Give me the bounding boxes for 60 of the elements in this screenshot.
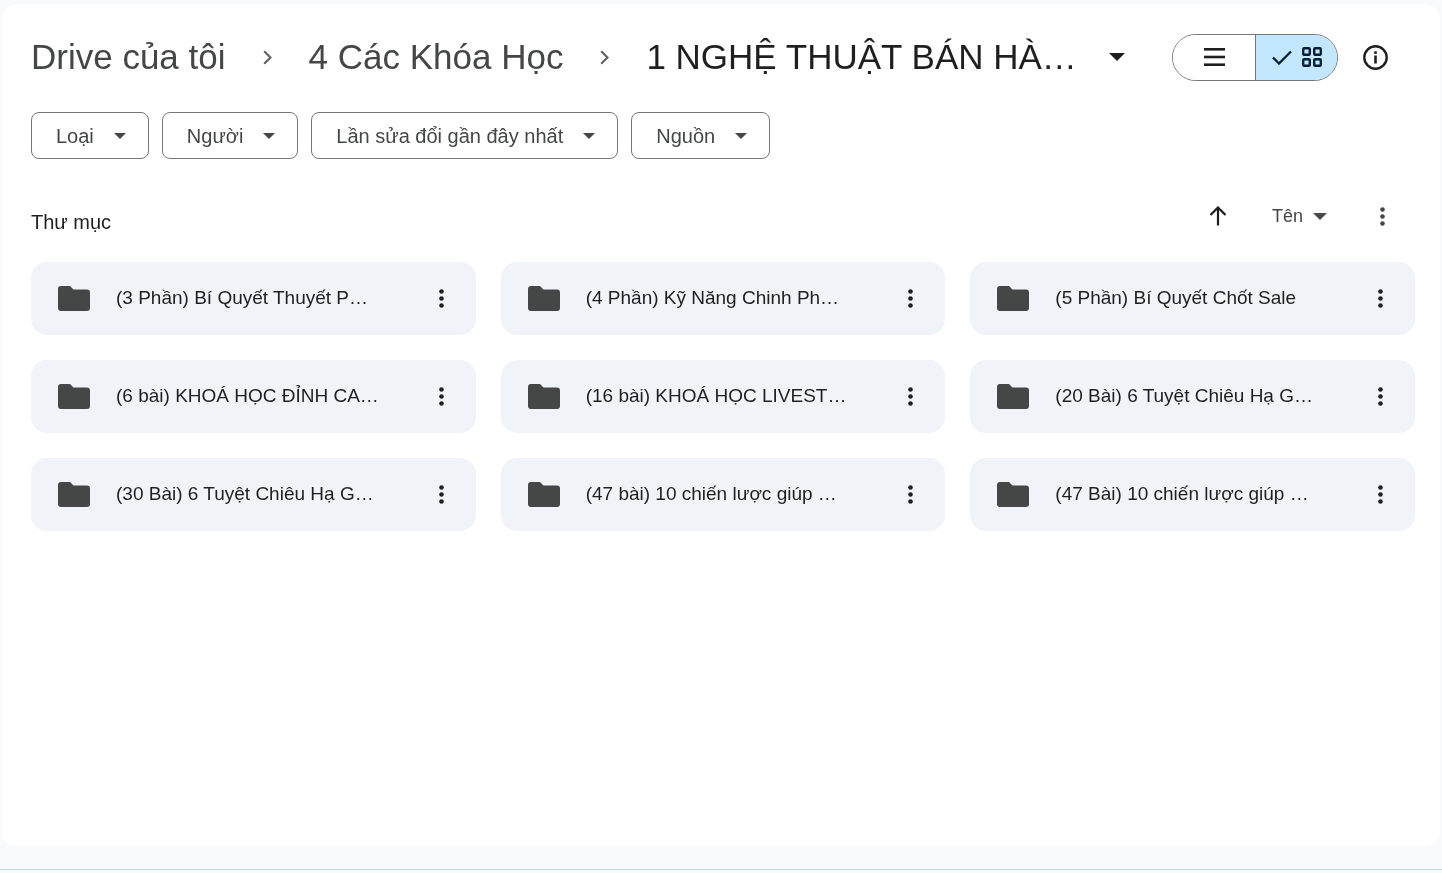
grid-icon xyxy=(1301,47,1322,67)
more-vert-icon[interactable] xyxy=(908,387,914,406)
folder-card[interactable]: (47 bài) 10 chiến lược giúp … xyxy=(500,458,946,531)
more-vert-icon[interactable] xyxy=(438,387,444,406)
caret-down-icon xyxy=(1108,53,1125,61)
sort-button[interactable]: Tên xyxy=(1271,202,1327,230)
folder-icon xyxy=(58,286,90,311)
folder-name: (6 bài) KHOÁ HỌC ĐỈNH CA… xyxy=(116,384,380,409)
grid-view-button[interactable] xyxy=(1255,34,1337,80)
more-vert-icon[interactable] xyxy=(1378,387,1383,406)
folder-card[interactable]: (5 Phần) Bí Quyết Chốt Sale xyxy=(970,262,1415,335)
breadcrumb-link[interactable]: Drive của tôi xyxy=(31,30,226,84)
folder-card[interactable]: (20 Bài) 6 Tuyệt Chiêu Hạ G… xyxy=(970,360,1415,433)
more-vert-icon[interactable] xyxy=(908,289,914,308)
caret-down-icon xyxy=(583,132,596,139)
breadcrumb-link[interactable]: 4 Các Khóa Học xyxy=(308,30,564,84)
arrow-up-icon[interactable] xyxy=(1208,206,1227,226)
current-folder-button[interactable]: 1 NGHỆ THUẬT BÁN HÀ… xyxy=(646,30,1125,84)
more-vert-icon[interactable] xyxy=(1378,289,1383,308)
more-vert-icon[interactable] xyxy=(438,485,444,504)
folder-card[interactable]: (4 Phần) Kỹ Năng Chinh Ph… xyxy=(500,262,946,335)
chevron-right-icon xyxy=(600,49,610,65)
folder-name: (20 Bài) 6 Tuyệt Chiêu Hạ G… xyxy=(1055,384,1314,409)
filter-chip[interactable]: Người xyxy=(161,112,299,159)
folder-icon xyxy=(997,286,1030,311)
section-title: Thư mục xyxy=(31,210,112,235)
folder-name: (47 Bài) 10 chiến lược giúp … xyxy=(1055,482,1310,507)
folder-icon xyxy=(527,384,560,409)
folder-card[interactable]: (47 Bài) 10 chiến lược giúp … xyxy=(970,458,1415,531)
chevron-right-icon xyxy=(262,49,272,65)
list-icon xyxy=(1203,48,1225,66)
filter-chip[interactable]: Nguồn xyxy=(631,112,771,159)
folder-icon xyxy=(58,384,90,409)
folder-icon xyxy=(527,286,560,311)
folder-card[interactable]: (16 bài) KHOÁ HỌC LIVEST… xyxy=(500,360,946,433)
folder-card[interactable]: (30 Bài) 6 Tuyệt Chiêu Hạ G… xyxy=(31,458,476,531)
folder-icon xyxy=(997,384,1030,409)
more-vert-icon[interactable] xyxy=(1380,206,1385,226)
filter-chip[interactable]: Loại xyxy=(31,112,149,159)
caret-down-icon xyxy=(113,132,126,139)
folder-card[interactable]: (3 Phần) Bí Quyết Thuyết P… xyxy=(31,262,476,335)
folder-icon xyxy=(527,482,560,507)
more-vert-icon[interactable] xyxy=(908,485,914,504)
folder-name: (4 Phần) Kỹ Năng Chinh Ph… xyxy=(585,286,841,311)
more-vert-icon[interactable] xyxy=(438,289,444,308)
folder-name: (30 Bài) 6 Tuyệt Chiêu Hạ G… xyxy=(116,482,375,507)
folder-card[interactable]: (6 bài) KHOÁ HỌC ĐỈNH CA… xyxy=(31,360,476,433)
folder-name: (16 bài) KHOÁ HỌC LIVEST… xyxy=(585,384,848,409)
caret-down-icon xyxy=(263,132,276,139)
folder-name: (3 Phần) Bí Quyết Thuyết P… xyxy=(116,286,370,311)
caret-down-icon xyxy=(735,132,748,139)
more-vert-icon[interactable] xyxy=(1378,485,1383,504)
folder-icon xyxy=(58,482,90,507)
folder-icon xyxy=(997,482,1030,507)
caret-down-icon xyxy=(1313,212,1327,220)
check-icon xyxy=(1271,49,1292,65)
info-icon[interactable] xyxy=(1363,44,1388,70)
filter-chip[interactable]: Lần sửa đổi gần đây nhất xyxy=(311,112,619,159)
folder-name: (47 bài) 10 chiến lược giúp … xyxy=(585,482,838,507)
folder-name: (5 Phần) Bí Quyết Chốt Sale xyxy=(1055,286,1298,311)
